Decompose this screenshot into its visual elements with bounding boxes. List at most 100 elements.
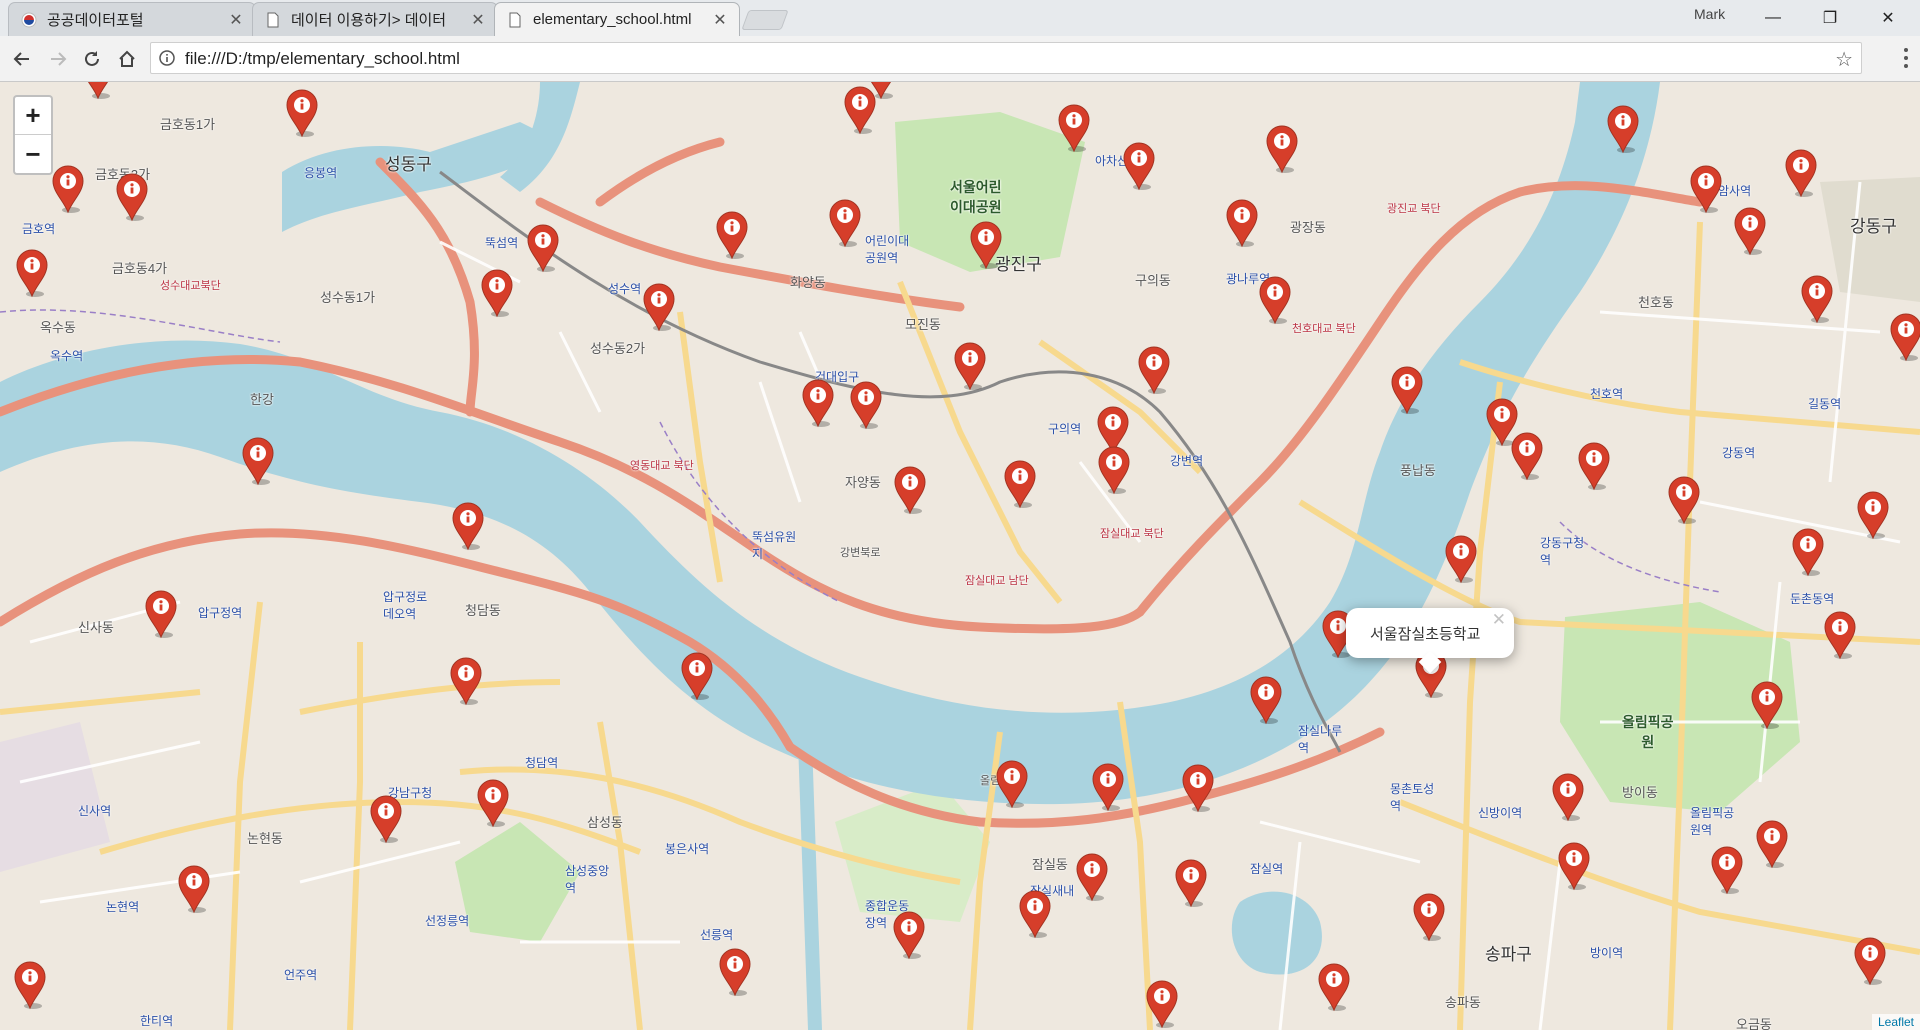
school-marker-icon[interactable] <box>451 501 485 551</box>
school-marker-icon[interactable] <box>1097 445 1131 495</box>
close-icon[interactable]: ✕ <box>227 10 245 30</box>
school-marker-icon[interactable] <box>642 282 676 332</box>
school-marker-icon[interactable] <box>369 794 403 844</box>
school-marker-icon[interactable] <box>1225 198 1259 248</box>
close-icon[interactable]: ✕ <box>711 10 729 30</box>
school-marker-icon[interactable] <box>1750 680 1784 730</box>
school-marker-icon[interactable] <box>849 380 883 430</box>
school-marker-icon[interactable] <box>1057 103 1091 153</box>
school-marker-icon[interactable] <box>1856 490 1890 540</box>
school-marker-icon[interactable] <box>1577 441 1611 491</box>
attribution-link[interactable]: Leaflet <box>1871 1014 1920 1030</box>
school-marker-icon[interactable] <box>1249 675 1283 725</box>
profile-name[interactable]: Mark <box>1694 6 1725 22</box>
school-marker-icon[interactable] <box>1710 845 1744 895</box>
map-label: 송파동 <box>1445 995 1481 1010</box>
school-marker-icon[interactable] <box>893 465 927 515</box>
menu-icon[interactable] <box>1898 44 1914 74</box>
school-marker-icon[interactable] <box>476 778 510 828</box>
station-label: 강동역 <box>1722 446 1756 460</box>
school-marker-icon[interactable] <box>526 223 560 273</box>
tab-data-portal[interactable]: 공공데이터포털 ✕ <box>8 2 256 36</box>
school-marker-icon[interactable] <box>177 864 211 914</box>
school-marker-icon[interactable] <box>1122 141 1156 191</box>
school-marker-icon[interactable] <box>1003 459 1037 509</box>
school-marker-icon[interactable] <box>864 82 898 100</box>
school-marker-icon[interactable] <box>828 198 862 248</box>
school-marker-icon[interactable] <box>1145 979 1179 1029</box>
close-icon[interactable]: ✕ <box>469 10 487 30</box>
school-marker-icon[interactable] <box>1444 534 1478 584</box>
leaflet-map[interactable]: 성동구 광진구 강동구 송파구 서울어린 이대공원 올림픽공 원 한강 성수동1… <box>0 82 1920 1030</box>
address-bar[interactable]: file:///D:/tmp/elementary_school.html ☆ <box>150 42 1862 74</box>
school-marker-icon[interactable] <box>1412 892 1446 942</box>
school-marker-icon[interactable] <box>1823 610 1857 660</box>
tab-title: 공공데이터포털 <box>47 12 144 29</box>
school-marker-icon[interactable] <box>801 378 835 428</box>
school-marker-icon[interactable] <box>1557 841 1591 891</box>
school-marker-icon[interactable] <box>1791 527 1825 577</box>
school-marker-icon[interactable] <box>81 82 115 100</box>
station-label: 몽촌토성 역 <box>1390 782 1435 813</box>
school-marker-icon[interactable] <box>718 947 752 997</box>
school-marker-icon[interactable] <box>892 910 926 960</box>
school-marker-icon[interactable] <box>1784 148 1818 198</box>
back-icon[interactable] <box>8 45 36 73</box>
station-label: 길동역 <box>1808 397 1842 411</box>
school-marker-icon[interactable] <box>144 589 178 639</box>
restore-icon[interactable]: ❐ <box>1802 0 1858 36</box>
reload-icon[interactable] <box>78 45 106 73</box>
school-marker-icon[interactable] <box>1689 164 1723 214</box>
school-marker-icon[interactable] <box>1137 345 1171 395</box>
school-marker-icon[interactable] <box>241 436 275 486</box>
tab-data-use[interactable]: 데이터 이용하기> 데이터 ✕ <box>252 2 498 36</box>
school-marker-icon[interactable] <box>969 220 1003 270</box>
school-marker-icon[interactable] <box>1317 962 1351 1012</box>
station-label: 신사역 <box>78 804 112 818</box>
school-marker-icon[interactable] <box>1551 772 1585 822</box>
school-marker-icon[interactable] <box>953 341 987 391</box>
school-marker-icon[interactable] <box>1181 763 1215 813</box>
school-marker-icon[interactable] <box>1800 274 1834 324</box>
station-label: 선정릉역 <box>425 914 470 928</box>
zoom-out-button[interactable]: − <box>15 135 51 173</box>
map-label: 광장동 <box>1290 220 1326 235</box>
info-icon[interactable] <box>159 50 175 66</box>
forward-icon[interactable] <box>44 45 72 73</box>
school-marker-icon[interactable] <box>285 88 319 138</box>
popup-close-button[interactable]: ✕ <box>1492 610 1506 630</box>
school-marker-icon[interactable] <box>1091 762 1125 812</box>
school-marker-icon[interactable] <box>115 172 149 222</box>
school-marker-icon[interactable] <box>1755 819 1789 869</box>
school-marker-icon[interactable] <box>1606 104 1640 154</box>
school-marker-icon[interactable] <box>1174 858 1208 908</box>
window-close-icon[interactable]: ✕ <box>1860 0 1916 36</box>
school-marker-icon[interactable] <box>680 651 714 701</box>
school-marker-icon[interactable] <box>995 759 1029 809</box>
school-marker-icon[interactable] <box>1258 275 1292 325</box>
school-marker-icon[interactable] <box>1390 365 1424 415</box>
home-icon[interactable] <box>113 45 141 73</box>
bookmark-star-icon[interactable]: ☆ <box>1835 47 1853 72</box>
tab-elementary-school[interactable]: elementary_school.html ✕ <box>494 2 740 36</box>
school-marker-icon[interactable] <box>1018 889 1052 939</box>
school-marker-icon[interactable] <box>1733 206 1767 256</box>
school-marker-icon[interactable] <box>480 268 514 318</box>
school-marker-icon[interactable] <box>449 656 483 706</box>
school-marker-icon[interactable] <box>1510 431 1544 481</box>
school-marker-icon[interactable] <box>1667 475 1701 525</box>
station-label: 금호역 <box>22 222 56 236</box>
school-marker-icon[interactable] <box>15 248 49 298</box>
browser-toolbar: file:///D:/tmp/elementary_school.html ☆ <box>0 36 1920 82</box>
school-marker-icon[interactable] <box>51 164 85 214</box>
new-tab-button[interactable] <box>741 10 789 30</box>
station-label: 신방이역 <box>1478 806 1523 820</box>
school-marker-icon[interactable] <box>715 210 749 260</box>
minimize-icon[interactable]: — <box>1745 0 1801 36</box>
school-marker-icon[interactable] <box>1889 312 1920 362</box>
school-marker-icon[interactable] <box>13 960 47 1010</box>
school-marker-icon[interactable] <box>1853 936 1887 986</box>
school-marker-icon[interactable] <box>1075 852 1109 902</box>
zoom-in-button[interactable]: + <box>15 97 51 135</box>
school-marker-icon[interactable] <box>1265 124 1299 174</box>
